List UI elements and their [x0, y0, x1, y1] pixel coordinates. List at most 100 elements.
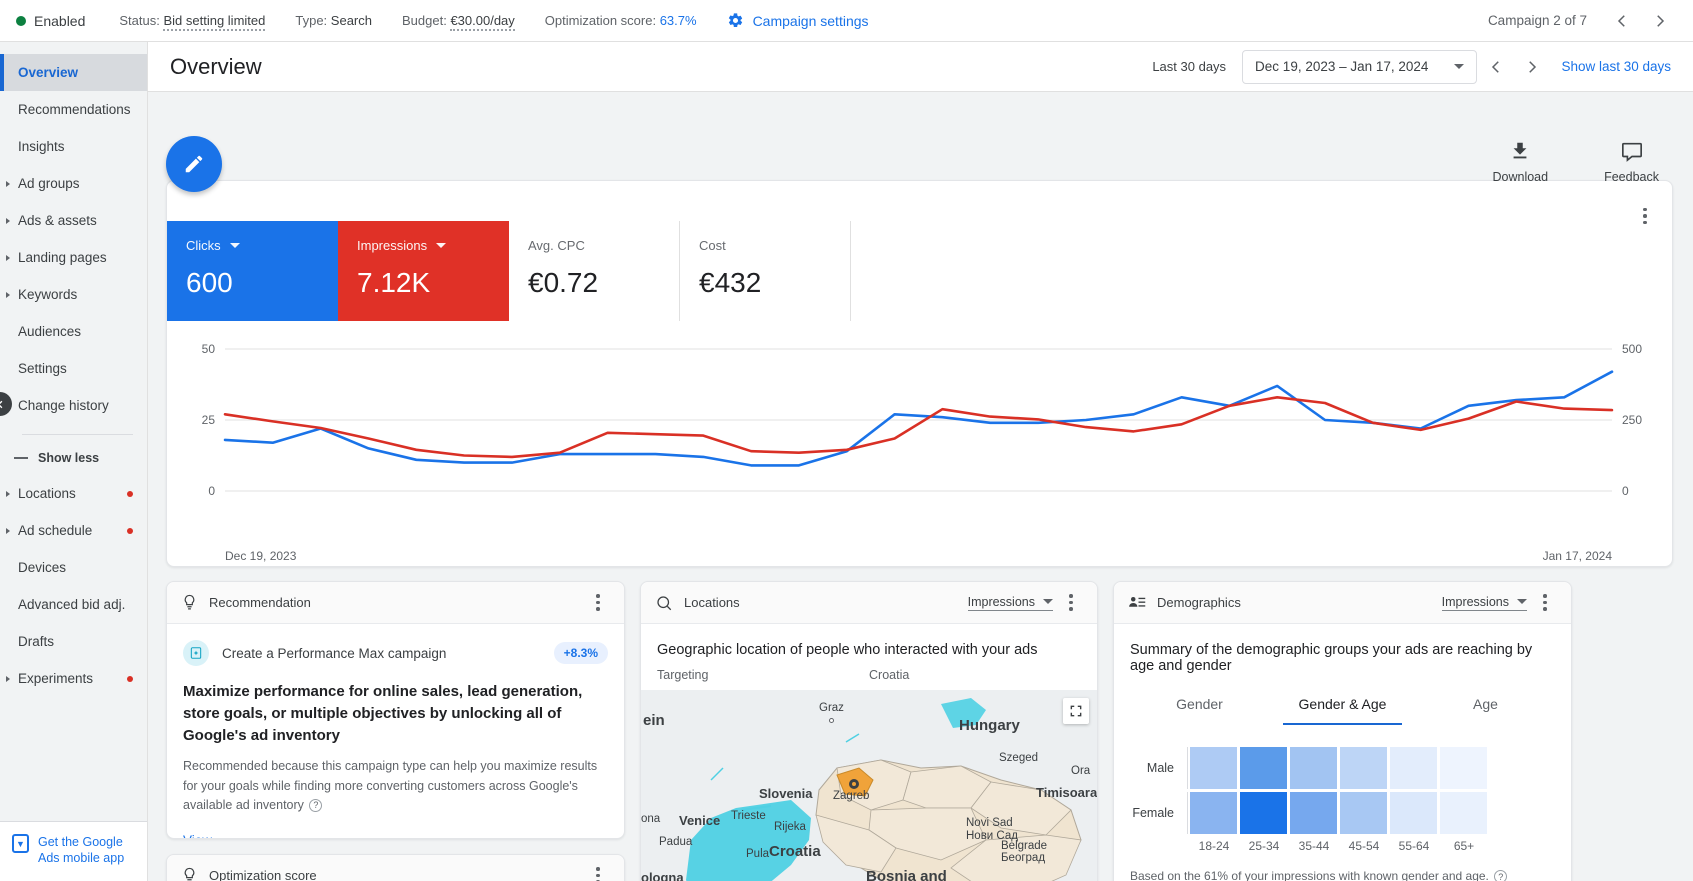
show-less-button[interactable]: Show less: [0, 441, 147, 475]
optimization-score-card-menu-button[interactable]: [586, 864, 610, 881]
chevron-down-icon: [229, 243, 240, 248]
sidebar-item-drafts[interactable]: Drafts: [0, 623, 147, 660]
notification-dot-icon: [127, 490, 133, 497]
download-button[interactable]: Download: [1493, 140, 1548, 184]
recommendation-card-menu-button[interactable]: [586, 591, 610, 615]
heatmap-col-label: 18-24: [1198, 839, 1230, 853]
scorecard-clicks-label-row[interactable]: Clicks: [186, 238, 338, 253]
campaign-settings-button[interactable]: Campaign settings: [727, 12, 869, 29]
status-field-value[interactable]: Bid setting limited: [163, 13, 266, 31]
dot: [1643, 220, 1647, 225]
map-label: Београд: [1001, 852, 1046, 864]
map-label: ologna: [641, 870, 684, 881]
scorecard-impressions[interactable]: Impressions 7.12K: [338, 221, 509, 321]
dot: [596, 873, 600, 878]
locations-metric-selector[interactable]: Impressions: [967, 594, 1053, 611]
next-campaign-button[interactable]: [1643, 4, 1677, 38]
recommendation-score-badge: +8.3%: [553, 642, 608, 664]
scorecard-avg-cpc[interactable]: Avg. CPC €0.72: [509, 221, 680, 321]
sidebar-item-keywords[interactable]: Keywords: [0, 276, 147, 313]
performance-line-chart[interactable]: 0 0 25 250 50 500: [167, 339, 1672, 545]
show-last-30-days-link[interactable]: Show last 30 days: [1561, 59, 1671, 74]
budget-field-value[interactable]: €30.00/day: [450, 13, 515, 31]
heatmap-row-cells: [1187, 792, 1487, 834]
map-fullscreen-button[interactable]: [1063, 698, 1089, 724]
sidebar-item-landing-pages[interactable]: Landing pages: [0, 239, 147, 276]
heatmap-cell[interactable]: [1190, 792, 1237, 834]
sidebar-item-experiments[interactable]: Experiments: [0, 660, 147, 697]
lightbulb-icon: [184, 867, 195, 881]
heatmap-cell[interactable]: [1340, 747, 1387, 789]
sidebar-item-ads-assets[interactable]: Ads & assets: [0, 202, 147, 239]
sidebar-item-ad-schedule[interactable]: Ad schedule: [0, 512, 147, 549]
sidebar-item-label: Ad schedule: [18, 523, 93, 538]
heatmap-cell[interactable]: [1290, 792, 1337, 834]
heatmap-col-label: 45-54: [1348, 839, 1380, 853]
sidebar-item-recommendations[interactable]: Recommendations: [0, 91, 147, 128]
tab-gender-and-age[interactable]: Gender & Age: [1271, 696, 1414, 725]
sidebar-item-locations[interactable]: Locations: [0, 475, 147, 512]
help-icon[interactable]: ?: [309, 799, 323, 813]
mobile-app-promo[interactable]: ▼ Get the Google Ads mobile app: [0, 821, 147, 881]
optimization-score-card-actions: [586, 864, 610, 881]
next-period-button[interactable]: [1515, 50, 1549, 84]
map-label: Rijeka: [774, 821, 806, 833]
heatmap-cell[interactable]: [1390, 747, 1437, 789]
svg-text:0: 0: [208, 484, 215, 498]
campaign-pager: Campaign 2 of 7: [1488, 4, 1677, 38]
expand-caret-icon: [6, 217, 10, 224]
help-icon[interactable]: ?: [1494, 870, 1508, 881]
scorecard-clicks[interactable]: Clicks 600: [167, 221, 338, 321]
optimization-score-value[interactable]: 63.7%: [660, 13, 697, 28]
demographics-card-menu-button[interactable]: [1533, 591, 1557, 615]
heatmap-cell[interactable]: [1340, 792, 1387, 834]
locations-map[interactable]: ein Graz Hungary Szeged Ora Slovenia Zag…: [641, 690, 1097, 881]
chevron-right-icon: [1529, 60, 1537, 73]
overview-card-menu-button[interactable]: [1632, 203, 1658, 229]
scorecard-cost[interactable]: Cost €432: [680, 221, 851, 321]
sidebar-divider: [22, 434, 133, 435]
dot: [1069, 607, 1073, 611]
heatmap-cell[interactable]: [1290, 747, 1337, 789]
date-range-preset-label: Last 30 days: [1152, 59, 1227, 74]
feedback-button[interactable]: Feedback: [1604, 140, 1659, 184]
sidebar-item-insights[interactable]: Insights: [0, 128, 147, 165]
sidebar-item-ad-groups[interactable]: Ad groups: [0, 165, 147, 202]
chart-x-axis-labels: Dec 19, 2023 Jan 17, 2024: [167, 545, 1672, 573]
tab-age[interactable]: Age: [1414, 696, 1557, 725]
locations-card-menu-button[interactable]: [1059, 591, 1083, 615]
heatmap-row-label: Male: [1146, 761, 1174, 775]
heatmap-cell[interactable]: [1440, 747, 1487, 789]
chart-start-date: Dec 19, 2023: [225, 549, 297, 563]
heatmap-cell[interactable]: [1190, 747, 1237, 789]
sidebar-item-audiences[interactable]: Audiences: [0, 313, 147, 350]
type-field: Type: Search: [295, 13, 372, 28]
heatmap-cell[interactable]: [1240, 747, 1287, 789]
chevron-left-icon: [1492, 60, 1500, 73]
sidebar-item-advanced-bid-adj[interactable]: Advanced bid adj.: [0, 586, 147, 623]
sidebar-item-overview[interactable]: Overview: [0, 54, 147, 91]
date-range-picker[interactable]: Dec 19, 2023 – Jan 17, 2024: [1242, 49, 1478, 84]
heatmap-row-male: Male: [1114, 747, 1571, 789]
demographics-card-header: Demographics Impressions: [1114, 582, 1571, 624]
expand-caret-icon: [6, 291, 10, 298]
sidebar-item-devices[interactable]: Devices: [0, 549, 147, 586]
sidebar-item-change-history[interactable]: Change history: [0, 387, 147, 424]
locations-card-actions: Impressions: [967, 591, 1083, 615]
mobile-app-promo-label: Get the Google Ads mobile app: [38, 835, 125, 866]
heatmap-cell[interactable]: [1390, 792, 1437, 834]
heatmap-cell[interactable]: [1440, 792, 1487, 834]
heatmap-cell[interactable]: [1240, 792, 1287, 834]
demographics-metric-selector[interactable]: Impressions: [1441, 595, 1527, 611]
previous-period-button[interactable]: [1479, 50, 1513, 84]
locations-metric-label: Impressions: [967, 594, 1035, 609]
recommendation-view-link[interactable]: View: [183, 833, 212, 838]
sidebar-item-settings[interactable]: Settings: [0, 350, 147, 387]
scorecard-impressions-label-row[interactable]: Impressions: [357, 238, 509, 253]
chevron-left-icon: [1617, 14, 1625, 27]
tab-gender[interactable]: Gender: [1128, 696, 1271, 725]
recommendation-item-title[interactable]: Create a Performance Max campaign: [222, 646, 446, 661]
dot: [596, 594, 600, 598]
previous-campaign-button[interactable]: [1605, 4, 1639, 38]
edit-fab-button[interactable]: [166, 136, 222, 192]
